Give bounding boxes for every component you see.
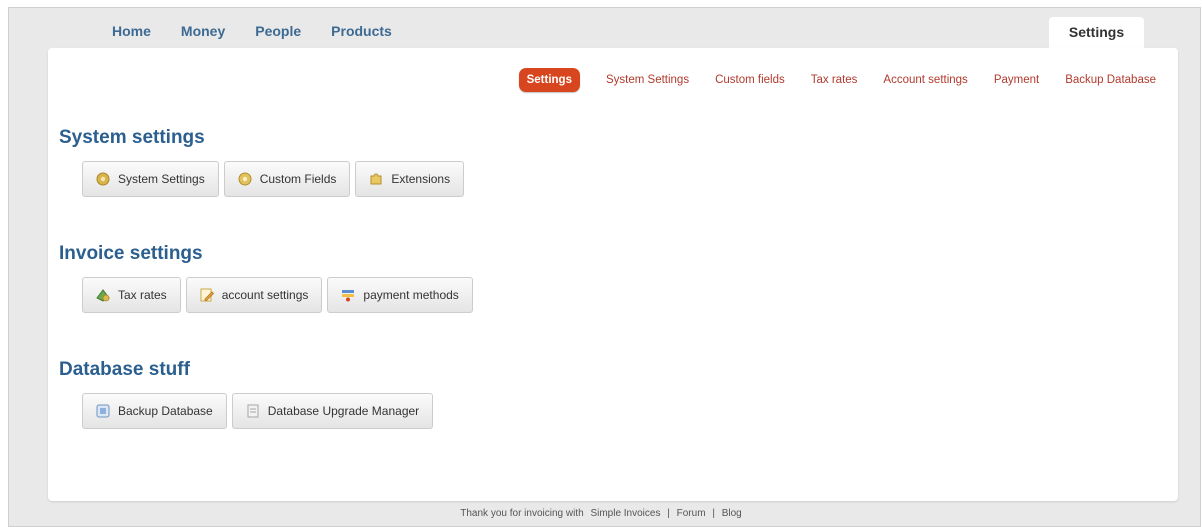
tab-settings[interactable]: Settings — [1049, 17, 1144, 49]
section-title-system: System settings — [59, 127, 205, 148]
payment-icon — [340, 287, 356, 303]
tab-home[interactable]: Home — [97, 20, 166, 42]
subnav-settings[interactable]: Settings — [518, 68, 580, 92]
section-title-invoice: Invoice settings — [59, 243, 203, 264]
document-icon — [245, 403, 261, 419]
tab-people[interactable]: People — [240, 20, 316, 42]
system-buttons: System Settings Custom Fields Extensions — [82, 161, 469, 197]
button-label: System Settings — [118, 172, 205, 186]
puzzle-icon — [368, 171, 384, 187]
button-label: Database Upgrade Manager — [267, 404, 420, 418]
main-nav: Home Money People Products — [97, 20, 407, 42]
subnav-tax-rates[interactable]: Tax rates — [811, 74, 858, 86]
extensions-button[interactable]: Extensions — [355, 161, 465, 197]
app-window: Home Money People Products Settings Sett… — [8, 7, 1201, 527]
gear-icon — [95, 171, 111, 187]
footer: Thank you for invoicing with Simple Invo… — [0, 508, 1202, 519]
section-title-database: Database stuff — [59, 359, 190, 380]
button-label: payment methods — [363, 288, 459, 302]
settings-panel: Settings System Settings Custom fields T… — [48, 48, 1178, 501]
button-label: Custom Fields — [259, 172, 337, 186]
database-section: Database stuff Backup Database Database … — [59, 359, 438, 429]
money-icon — [95, 287, 111, 303]
sub-navigation: Settings System Settings Custom fields T… — [518, 68, 1156, 92]
database-icon — [95, 403, 111, 419]
footer-separator: | — [712, 508, 715, 519]
subnav-backup-database[interactable]: Backup Database — [1065, 74, 1156, 86]
button-label: Tax rates — [118, 288, 167, 302]
subnav-account-settings[interactable]: Account settings — [883, 74, 967, 86]
invoice-buttons: Tax rates account settings payment metho… — [82, 277, 478, 313]
database-upgrade-manager-button[interactable]: Database Upgrade Manager — [231, 393, 434, 429]
custom-fields-button[interactable]: Custom Fields — [223, 161, 351, 197]
tab-products[interactable]: Products — [316, 20, 407, 42]
footer-brand-link[interactable]: Simple Invoices — [590, 508, 660, 519]
account-settings-button[interactable]: account settings — [185, 277, 323, 313]
payment-methods-button[interactable]: payment methods — [327, 277, 473, 313]
footer-blog-link[interactable]: Blog — [722, 508, 742, 519]
subnav-custom-fields[interactable]: Custom fields — [715, 74, 785, 86]
button-label: account settings — [221, 288, 309, 302]
system-settings-section: System settings System Settings Custom F… — [59, 127, 469, 197]
invoice-settings-section: Invoice settings Tax rates account setti… — [59, 243, 478, 313]
tab-money[interactable]: Money — [166, 20, 240, 42]
gear-icon — [237, 171, 253, 187]
button-label: Backup Database — [118, 404, 213, 418]
pencil-icon — [199, 287, 215, 303]
subnav-system-settings[interactable]: System Settings — [606, 74, 689, 86]
button-label: Extensions — [391, 172, 451, 186]
system-settings-button[interactable]: System Settings — [82, 161, 219, 197]
database-buttons: Backup Database Database Upgrade Manager — [82, 393, 438, 429]
footer-forum-link[interactable]: Forum — [677, 508, 706, 519]
footer-text: Thank you for invoicing with — [460, 508, 584, 519]
tax-rates-button[interactable]: Tax rates — [82, 277, 181, 313]
footer-separator: | — [667, 508, 670, 519]
backup-database-button[interactable]: Backup Database — [82, 393, 227, 429]
subnav-payment[interactable]: Payment — [994, 74, 1039, 86]
